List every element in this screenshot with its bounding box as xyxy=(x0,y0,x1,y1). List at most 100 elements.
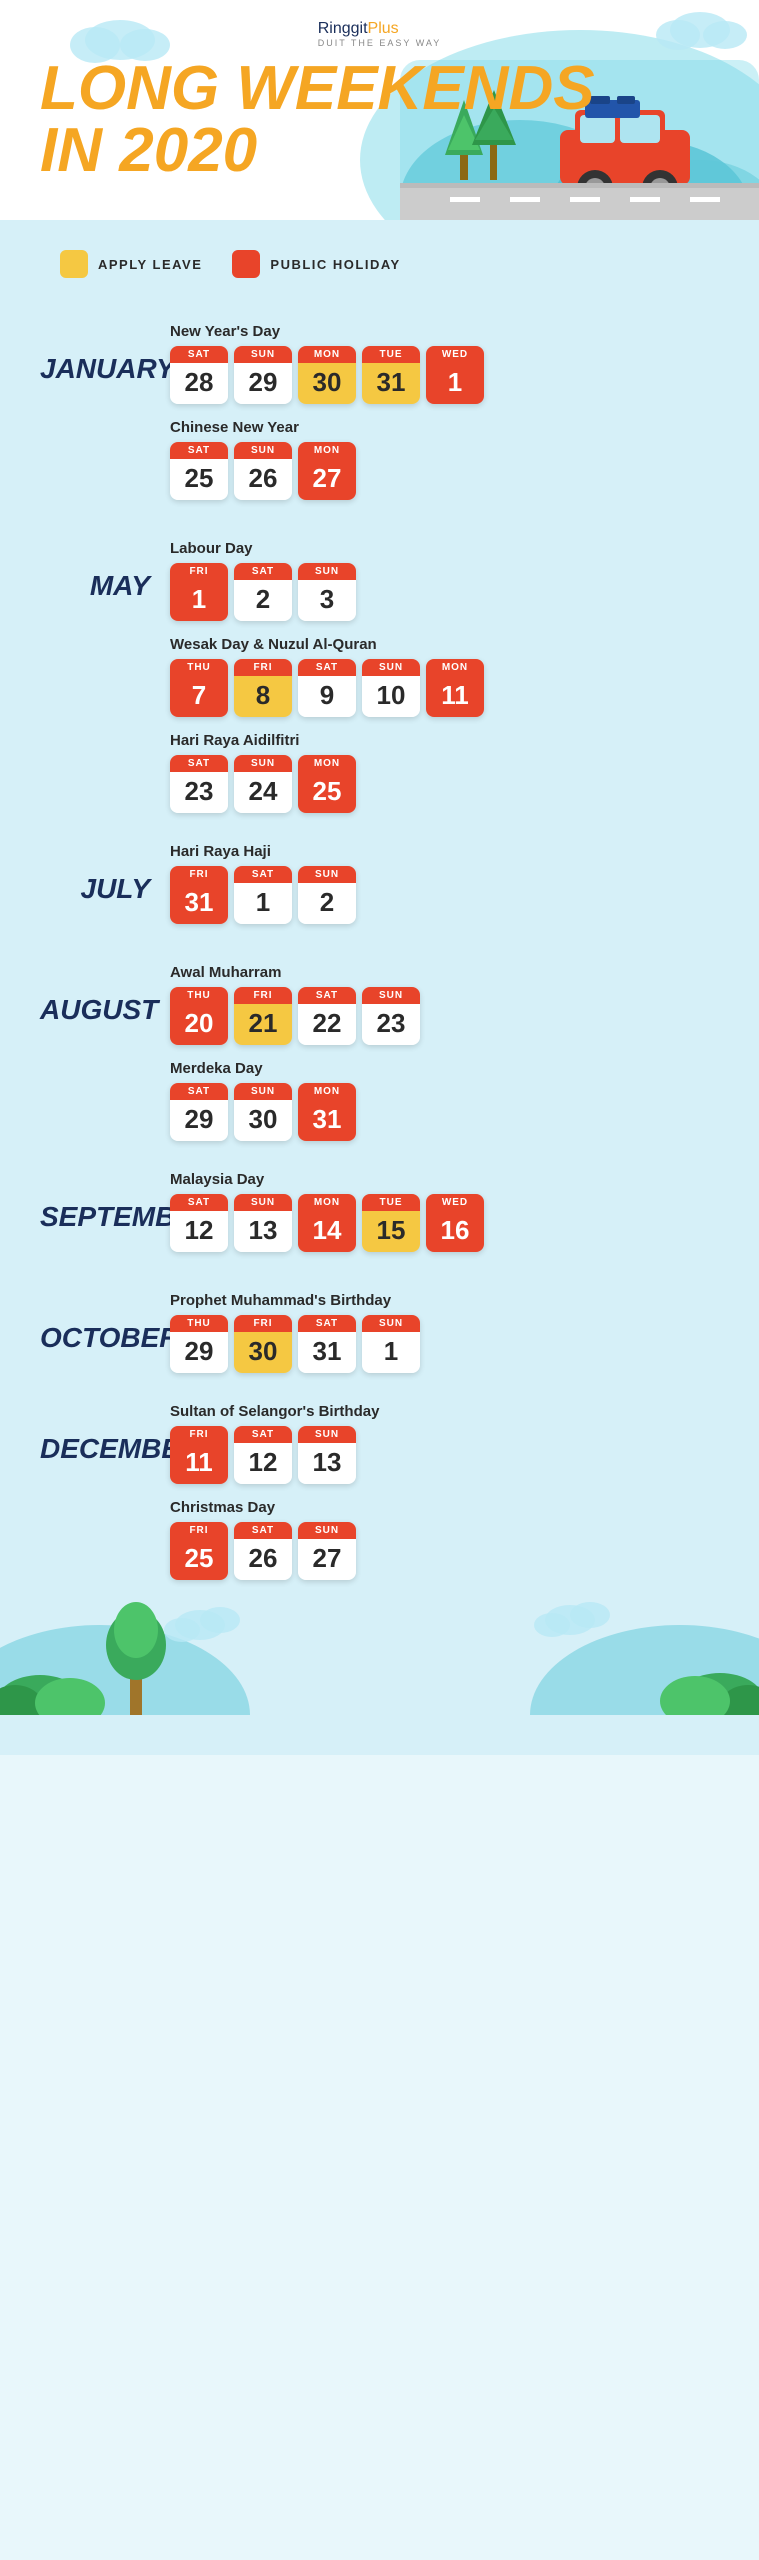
day-card: SAT31 xyxy=(298,1315,356,1373)
day-card-number: 1 xyxy=(426,363,484,404)
day-card: SAT29 xyxy=(170,1083,228,1141)
day-card: THU7 xyxy=(170,659,228,717)
day-card-header: MON xyxy=(298,755,356,772)
event-group: Sultan of Selangor's BirthdayFRI11SAT12S… xyxy=(170,1403,719,1484)
day-card-number: 22 xyxy=(298,1004,356,1045)
day-card-header: SAT xyxy=(234,866,292,883)
legend-apply-leave-label: Apply Leave xyxy=(98,257,202,272)
day-card: SUN2 xyxy=(298,866,356,924)
day-card-header: SUN xyxy=(298,866,356,883)
main-content: Apply Leave Public Holiday JanuaryNew Ye… xyxy=(0,220,759,1755)
bottom-decoration xyxy=(0,1595,759,1715)
bottom-svg xyxy=(0,1595,759,1715)
day-card: SAT12 xyxy=(234,1426,292,1484)
day-card: WED1 xyxy=(426,346,484,404)
day-card-header: SAT xyxy=(170,346,228,363)
month-label-september: September xyxy=(40,1171,150,1233)
day-row: FRI11SAT12SUN13 xyxy=(170,1426,719,1484)
day-card-header: SUN xyxy=(298,563,356,580)
month-section-october: OctoberProphet Muhammad's BirthdayTHU29F… xyxy=(0,1277,759,1388)
day-card-number: 15 xyxy=(362,1211,420,1252)
day-card: SAT2 xyxy=(234,563,292,621)
month-section-august: AugustAwal MuharramTHU20FRI21SAT22SUN23M… xyxy=(0,949,759,1156)
day-card: THU20 xyxy=(170,987,228,1045)
day-card-number: 20 xyxy=(170,1004,228,1045)
legend: Apply Leave Public Holiday xyxy=(0,240,759,308)
event-name: Christmas Day xyxy=(170,1499,719,1516)
event-name: Hari Raya Haji xyxy=(170,843,719,860)
day-card-number: 7 xyxy=(170,676,228,717)
day-row: SAT25SUN26MON27 xyxy=(170,442,719,500)
day-card-header: THU xyxy=(170,659,228,676)
month-label-may: May xyxy=(40,540,150,602)
event-group: Prophet Muhammad's BirthdayTHU29FRI30SAT… xyxy=(170,1292,719,1373)
day-card-header: FRI xyxy=(170,563,228,580)
day-card-number: 29 xyxy=(170,1100,228,1141)
day-card-header: SUN xyxy=(234,1083,292,1100)
day-card-number: 3 xyxy=(298,580,356,621)
event-group: Hari Raya HajiFRI31SAT1SUN2 xyxy=(170,843,719,924)
day-card: SUN29 xyxy=(234,346,292,404)
day-card-header: MON xyxy=(426,659,484,676)
day-card-number: 24 xyxy=(234,772,292,813)
event-name: Hari Raya Aidilfitri xyxy=(170,732,719,749)
event-group: Wesak Day & Nuzul Al-QuranTHU7FRI8SAT9SU… xyxy=(170,636,719,717)
logo-tagline: DUIT THE EASY WAY xyxy=(318,38,442,48)
day-card-number: 1 xyxy=(362,1332,420,1373)
day-card-number: 10 xyxy=(362,676,420,717)
day-card-header: SUN xyxy=(234,1194,292,1211)
day-card: SAT22 xyxy=(298,987,356,1045)
day-card-header: SAT xyxy=(298,1315,356,1332)
header-section: RinggitPlus DUIT THE EASY WAY Long Weeke… xyxy=(0,0,759,220)
day-card: MON27 xyxy=(298,442,356,500)
day-card-number: 31 xyxy=(362,363,420,404)
legend-apply-leave: Apply Leave xyxy=(60,250,202,278)
day-card: FRI21 xyxy=(234,987,292,1045)
day-card: SUN10 xyxy=(362,659,420,717)
day-card: FRI11 xyxy=(170,1426,228,1484)
day-card: Wed16 xyxy=(426,1194,484,1252)
day-row: THU29FRI30SAT31SUN1 xyxy=(170,1315,719,1373)
day-card-header: MON xyxy=(298,1194,356,1211)
day-card-number: 21 xyxy=(234,1004,292,1045)
event-name: Awal Muharram xyxy=(170,964,719,981)
day-card: FRI31 xyxy=(170,866,228,924)
day-card-number: 30 xyxy=(234,1332,292,1373)
day-card: MON31 xyxy=(298,1083,356,1141)
logo-ringgit: Ringgit xyxy=(318,20,368,37)
event-name: Merdeka Day xyxy=(170,1060,719,1077)
day-card-header: SAT xyxy=(234,1426,292,1443)
day-card: FRI30 xyxy=(234,1315,292,1373)
day-card: SUN26 xyxy=(234,442,292,500)
day-card: FRI25 xyxy=(170,1522,228,1580)
day-card-header: FRI xyxy=(170,866,228,883)
day-card: SAT26 xyxy=(234,1522,292,1580)
day-card-header: FRI xyxy=(234,987,292,1004)
event-name: Wesak Day & Nuzul Al-Quran xyxy=(170,636,719,653)
day-card: MON11 xyxy=(426,659,484,717)
day-card-number: 1 xyxy=(170,580,228,621)
day-row: SAT12SUN13MON14TUE15Wed16 xyxy=(170,1194,719,1252)
day-card: SAT25 xyxy=(170,442,228,500)
day-card-number: 25 xyxy=(170,1539,228,1580)
event-group: Hari Raya AidilfitriSAT23SUN24MON25 xyxy=(170,732,719,813)
day-card: MON14 xyxy=(298,1194,356,1252)
day-card-number: 30 xyxy=(298,363,356,404)
day-card: SUN30 xyxy=(234,1083,292,1141)
month-section-december: DecemberSultan of Selangor's BirthdayFRI… xyxy=(0,1388,759,1595)
day-card-header: MON xyxy=(298,442,356,459)
month-section-may: MayLabour DayFRI1SAT2SUN3Wesak Day & Nuz… xyxy=(0,525,759,828)
day-card-number: 12 xyxy=(234,1443,292,1484)
month-events-august: Awal MuharramTHU20FRI21SAT22SUN23Merdeka… xyxy=(170,964,719,1141)
day-card: SUN13 xyxy=(298,1426,356,1484)
day-card-header: SAT xyxy=(170,1083,228,1100)
day-card-number: 13 xyxy=(234,1211,292,1252)
day-card-number: 29 xyxy=(170,1332,228,1373)
day-card-header: MON xyxy=(298,346,356,363)
day-card: MON25 xyxy=(298,755,356,813)
day-card-header: FRI xyxy=(170,1522,228,1539)
day-card-header: FRI xyxy=(170,1426,228,1443)
event-group: Labour DayFRI1SAT2SUN3 xyxy=(170,540,719,621)
day-card-header: FRI xyxy=(234,1315,292,1332)
day-card-number: 12 xyxy=(170,1211,228,1252)
